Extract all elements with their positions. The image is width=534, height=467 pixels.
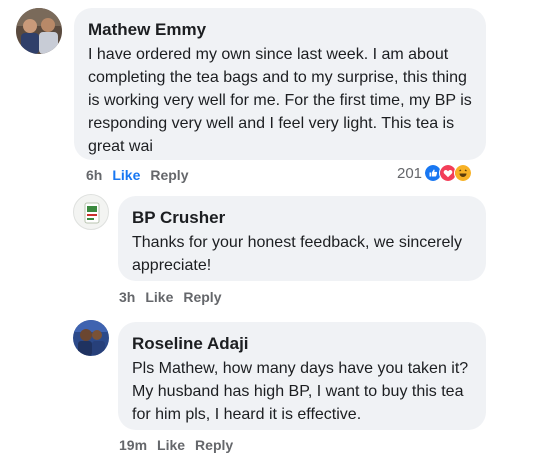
reply-text: Thanks for your honest feedback, we sinc… xyxy=(132,234,462,274)
product-logo xyxy=(84,202,100,224)
comment-author[interactable]: Mathew Emmy xyxy=(88,20,472,40)
reply-button[interactable]: Reply xyxy=(150,167,188,183)
avatar-photo xyxy=(73,320,109,356)
comment-time[interactable]: 6h xyxy=(86,167,102,183)
comment-bubble: Mathew Emmy I have ordered my own since … xyxy=(74,8,486,160)
reply-text: Pls Mathew, how many days have you taken… xyxy=(132,360,469,423)
reactions-summary[interactable]: 201 xyxy=(397,164,473,182)
reply-time[interactable]: 3h xyxy=(119,289,135,305)
reply-actions: 3h Like Reply xyxy=(119,289,231,305)
reply-button[interactable]: Reply xyxy=(183,289,221,305)
reply-author[interactable]: Roseline Adaji xyxy=(132,334,472,354)
reply-author[interactable]: BP Crusher xyxy=(132,208,472,228)
haha-reaction-icon xyxy=(454,164,473,182)
comment-actions: 6h Like Reply xyxy=(86,167,198,183)
reply-bubble: Roseline Adaji Pls Mathew, how many days… xyxy=(118,322,486,430)
avatar-photo xyxy=(16,8,62,54)
reply-bubble: BP Crusher Thanks for your honest feedba… xyxy=(118,196,486,281)
avatar-mathew-emmy[interactable] xyxy=(16,8,62,54)
comment-text: I have ordered my own since last week. I… xyxy=(88,46,472,155)
like-button[interactable]: Like xyxy=(112,167,140,183)
avatar-roseline-adaji[interactable] xyxy=(73,320,109,356)
like-button[interactable]: Like xyxy=(157,437,185,453)
reply-button[interactable]: Reply xyxy=(195,437,233,453)
reaction-count: 201 xyxy=(397,164,423,182)
reply-actions: 19m Like Reply xyxy=(119,437,243,453)
like-button[interactable]: Like xyxy=(145,289,173,305)
reply-time[interactable]: 19m xyxy=(119,437,147,453)
avatar-bp-crusher[interactable] xyxy=(73,194,109,230)
